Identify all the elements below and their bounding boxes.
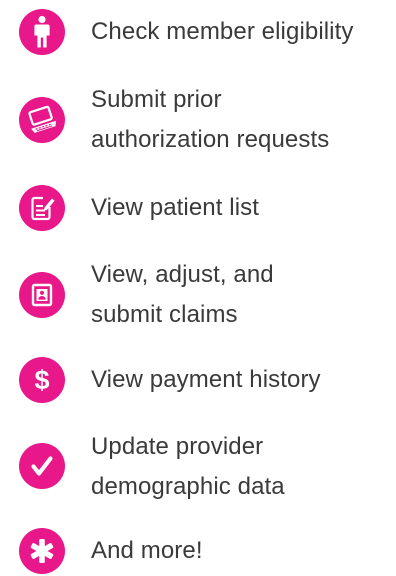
- feature-label: View payment history: [91, 360, 391, 400]
- feature-label-line: View, adjust, and: [91, 261, 274, 288]
- feature-label-line: demographic data: [91, 473, 285, 500]
- feature-label-line: And more!: [91, 537, 203, 564]
- feature-list: Check member eligibility Submit prior au…: [0, 0, 396, 576]
- feature-label-line: Submit prior: [91, 86, 222, 113]
- feature-label: View, adjust, and submit claims: [91, 255, 391, 335]
- feature-label-line: View patient list: [91, 194, 260, 221]
- feature-label-line: View payment history: [91, 366, 321, 393]
- laptop-icon: [19, 97, 65, 143]
- feature-label: And more!: [91, 531, 391, 571]
- svg-text:$: $: [34, 365, 49, 395]
- feature-label-line: Check member eligibility: [91, 18, 354, 45]
- asterisk-icon: [19, 528, 65, 574]
- checkmark-icon: [19, 443, 65, 489]
- feature-label: Submit prior authorization requests: [91, 80, 391, 160]
- feature-label-line: Update provider: [91, 433, 264, 460]
- edit-document-icon: [19, 185, 65, 231]
- dollar-icon: $: [19, 357, 65, 403]
- id-card-icon: [19, 272, 65, 318]
- person-icon: [19, 9, 65, 55]
- feature-label: Check member eligibility: [91, 12, 391, 52]
- feature-label-line: authorization requests: [91, 126, 330, 153]
- feature-label-line: submit claims: [91, 301, 238, 328]
- feature-label: Update provider demographic data: [91, 427, 391, 507]
- feature-label: View patient list: [91, 188, 391, 228]
